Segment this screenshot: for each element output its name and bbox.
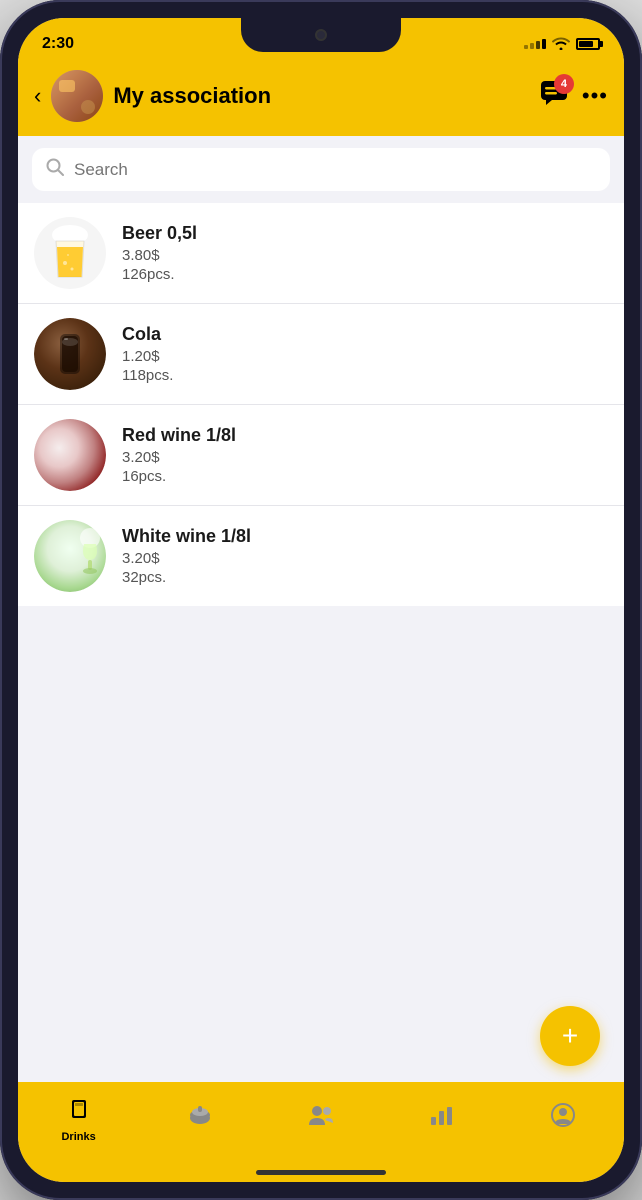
product-price: 3.20$ <box>122 550 608 567</box>
header-left: ‹ My association <box>34 70 271 122</box>
more-button[interactable]: ••• <box>582 83 608 109</box>
members-icon <box>307 1103 335 1133</box>
food-icon <box>187 1102 213 1134</box>
search-input[interactable] <box>74 160 596 180</box>
product-info-cola: Cola 1.20$ 118pcs. <box>122 324 608 384</box>
battery-icon <box>576 38 600 50</box>
product-image-redwine <box>34 419 106 491</box>
product-price: 1.20$ <box>122 348 608 365</box>
product-image-beer <box>34 217 106 289</box>
list-item[interactable]: Cola 1.20$ 118pcs. <box>18 304 624 405</box>
product-price: 3.20$ <box>122 449 608 466</box>
nav-item-stats[interactable] <box>382 1082 503 1162</box>
notch <box>241 18 401 52</box>
product-info-redwine: Red wine 1/8l 3.20$ 16pcs. <box>122 425 608 485</box>
list-item[interactable]: Beer 0,5l 3.80$ 126pcs. <box>18 203 624 304</box>
product-info-beer: Beer 0,5l 3.80$ 126pcs. <box>122 223 608 283</box>
account-icon <box>550 1102 576 1134</box>
list-item[interactable]: Red wine 1/8l 3.20$ 16pcs. <box>18 405 624 506</box>
phone-frame: 2:30 <box>0 0 642 1200</box>
stats-icon <box>429 1103 455 1133</box>
add-button[interactable]: + <box>540 1006 600 1066</box>
product-qty: 16pcs. <box>122 468 608 485</box>
product-name: Red wine 1/8l <box>122 425 608 446</box>
list-item[interactable]: White wine 1/8l 3.20$ 32pcs. <box>18 506 624 606</box>
cola-illustration <box>34 318 106 390</box>
bottom-nav: Drinks <box>18 1082 624 1162</box>
nav-item-members[interactable] <box>260 1082 381 1162</box>
home-indicator-area <box>18 1162 624 1182</box>
avatar[interactable] <box>51 70 103 122</box>
phone-screen: 2:30 <box>18 18 624 1182</box>
product-name: Beer 0,5l <box>122 223 608 244</box>
product-image-cola <box>34 318 106 390</box>
notification-button[interactable]: 4 <box>540 80 568 113</box>
nav-item-drinks[interactable]: Drinks <box>18 1082 139 1162</box>
fab-container: + <box>18 1002 624 1082</box>
product-qty: 118pcs. <box>122 367 608 384</box>
search-container <box>18 136 624 203</box>
back-button[interactable]: ‹ <box>34 83 41 109</box>
redwine-illustration <box>34 419 106 491</box>
product-list: Beer 0,5l 3.80$ 126pcs. <box>18 203 624 1002</box>
status-icons <box>524 36 600 53</box>
search-box <box>32 148 610 191</box>
product-image-whitewine <box>34 520 106 592</box>
notification-badge: 4 <box>554 74 574 94</box>
beer-illustration <box>34 217 106 289</box>
product-name: White wine 1/8l <box>122 526 608 547</box>
product-price: 3.80$ <box>122 247 608 264</box>
product-name: Cola <box>122 324 608 345</box>
product-qty: 126pcs. <box>122 266 608 283</box>
product-qty: 32pcs. <box>122 569 608 586</box>
nav-item-food[interactable] <box>139 1082 260 1162</box>
signal-icon <box>524 39 546 49</box>
page-title: My association <box>113 83 271 109</box>
header: ‹ My association 4 <box>18 62 624 136</box>
product-info-whitewine: White wine 1/8l 3.20$ 32pcs. <box>122 526 608 586</box>
camera <box>315 29 327 41</box>
wifi-icon <box>552 36 570 53</box>
drinks-icon <box>67 1097 91 1127</box>
nav-label-drinks: Drinks <box>61 1131 95 1143</box>
search-icon <box>46 158 64 181</box>
nav-item-account[interactable] <box>503 1082 624 1162</box>
header-right: 4 ••• <box>540 80 608 113</box>
home-indicator[interactable] <box>256 1170 386 1175</box>
whitewine-illustration <box>34 520 106 592</box>
status-time: 2:30 <box>42 35 74 53</box>
